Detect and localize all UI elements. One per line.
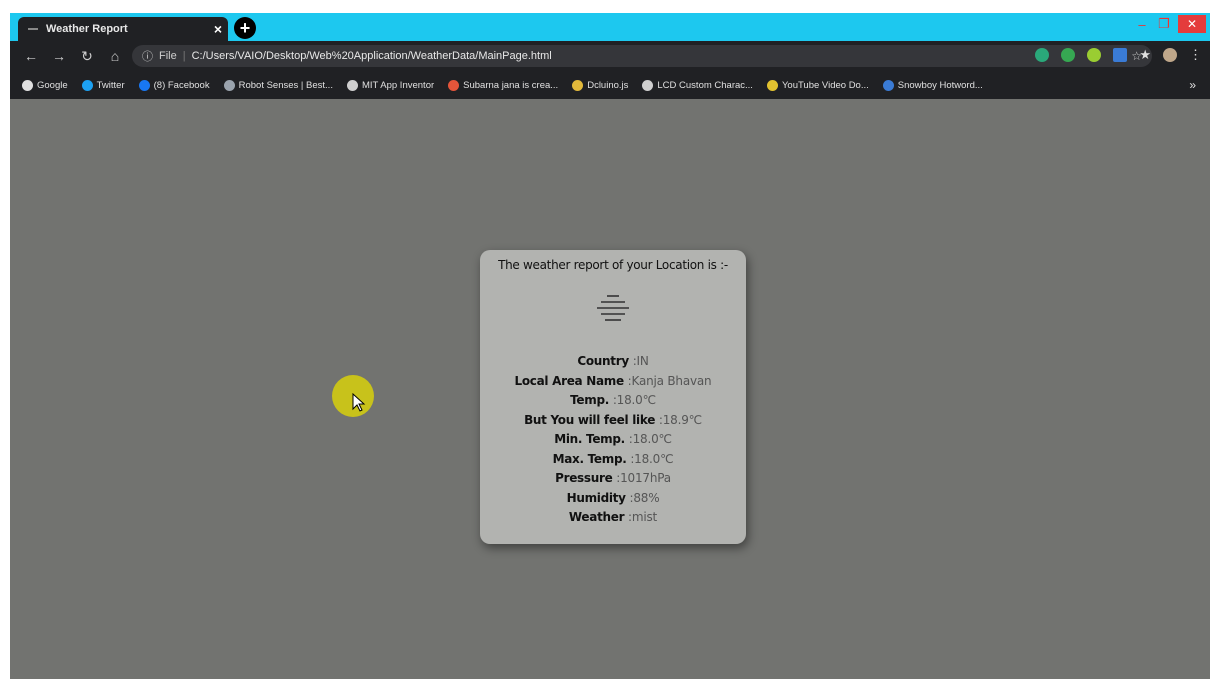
row-value: :18.9℃ [658,412,702,427]
url-separator: | [182,50,186,62]
google-icon [22,79,33,91]
mist-icon [597,295,629,321]
facebook-icon [138,79,150,91]
bookmark-label: Twitter [96,79,125,91]
bookmark-label: Google [37,79,68,91]
row-value: :18.0℃ [612,393,656,407]
browser-window: Weather Report × + – ❐ ✕ ← → ↻ ⌂ ⓘ File … [10,13,1210,679]
extensions-puzzle-icon[interactable]: ★ [1139,47,1151,63]
home-icon[interactable]: ⌂ [104,48,126,64]
weather-info: Country :IN Local Area Name :Kanja Bhava… [480,352,746,528]
tab-title: Weather Report [46,23,128,35]
tab-weather-report[interactable]: Weather Report × [18,17,228,41]
bookmark-label: LCD Custom Charac... [657,79,753,91]
row-label: Min. Temp. [554,432,625,446]
close-window-icon[interactable]: ✕ [1178,15,1206,33]
extension-blue-icon[interactable] [1113,48,1128,62]
info-row-temp: Temp. :18.0℃ [480,391,746,411]
extensions-area: ★ ⋮ [1035,47,1202,63]
info-row-country: Country :IN [480,352,746,372]
row-label: Humidity [566,490,626,505]
card-title: The weather report of your Location is :… [498,258,728,272]
bookmark-label: Dcluino.js [587,79,629,91]
row-label: Country [577,354,629,368]
bookmark-label: (8) Facebook [153,79,210,91]
forward-icon[interactable]: → [48,48,70,64]
bookmarks-bar: Google Twitter (8) Facebook Robot Senses… [10,71,1210,99]
subarna-icon [448,79,460,91]
bookmark-label: Snowboy Hotword... [897,79,983,91]
row-label: Max. Temp. [552,451,627,466]
row-label: Weather [568,510,625,524]
extension-green-icon[interactable] [1035,48,1050,62]
robot-icon [223,79,235,91]
row-value: :IN [632,354,649,368]
row-label: But You will feel like [524,412,656,427]
bookmark-item[interactable]: LCD Custom Charac... [642,79,753,91]
extension-lime-icon[interactable] [1087,48,1102,62]
row-value: :mist [628,510,658,524]
info-icon[interactable]: ⓘ [142,48,153,64]
bookmark-item[interactable]: (8) Facebook [138,79,210,91]
mouse-cursor-icon [352,393,366,412]
row-label: Pressure [555,471,613,485]
bookmarks-overflow-icon[interactable]: » [1189,78,1196,92]
dcluino-icon [572,79,584,91]
tab-favicon [28,28,38,30]
extension-drive-icon[interactable] [1061,48,1076,62]
bookmark-item[interactable]: MIT App Inventor [346,79,435,91]
window-controls: – ❐ ✕ [1134,15,1206,33]
bookmark-item[interactable]: Snowboy Hotword... [882,79,983,91]
toolbar: ← → ↻ ⌂ ⓘ File | C:/Users/VAIO/Desktop/W… [10,41,1210,71]
bookmark-item[interactable]: Robot Senses | Best... [223,79,333,91]
snowboy-icon [882,79,894,91]
twitter-icon [81,79,93,91]
bookmark-item[interactable]: Twitter [81,79,125,91]
profile-avatar[interactable] [1163,48,1177,62]
url-scheme: File [159,50,177,62]
bookmark-item[interactable]: Subarna jana is crea... [448,79,559,91]
row-label: Local Area Name [514,373,625,388]
bookmark-label: YouTube Video Do... [781,79,869,91]
weather-card: The weather report of your Location is :… [480,250,746,544]
url-text[interactable]: C:/Users/VAIO/Desktop/Web%20Application/… [192,50,552,62]
row-label: Temp. [570,393,609,407]
youtube-download-icon [766,79,778,91]
title-bar: Weather Report × + – ❐ ✕ [10,13,1210,41]
mit-icon [346,79,358,91]
info-row-weather: Weather :mist [480,508,746,528]
bookmark-label: Subarna jana is crea... [463,79,559,91]
minimize-icon[interactable]: – [1134,17,1150,32]
bookmark-item[interactable]: YouTube Video Do... [766,79,869,91]
bookmark-label: MIT App Inventor [361,79,435,91]
row-value: :88% [629,490,660,505]
maximize-icon[interactable]: ❐ [1156,16,1172,32]
row-value: :1017hPa [616,471,671,485]
bookmark-item[interactable]: Google [22,79,68,91]
row-value: :Kanja Bhavan [627,373,712,388]
info-row-humidity: Humidity :88% [480,489,746,509]
bookmark-label: Robot Senses | Best... [238,79,333,91]
row-value: :18.0℃ [630,451,674,466]
info-row-min-temp: Min. Temp. :18.0℃ [480,430,746,450]
info-row-pressure: Pressure :1017hPa [480,469,746,489]
back-icon[interactable]: ← [20,48,42,64]
lcd-icon [642,79,654,91]
info-row-area: Local Area Name :Kanja Bhavan [480,372,746,392]
row-value: :18.0℃ [628,432,672,446]
menu-kebab-icon[interactable]: ⋮ [1189,47,1202,63]
reload-icon[interactable]: ↻ [76,48,98,65]
bookmark-item[interactable]: Dcluino.js [572,79,629,91]
tab-close-icon[interactable]: × [208,21,228,37]
new-tab-button[interactable]: + [234,17,256,39]
info-row-feels-like: But You will feel like :18.9℃ [480,411,746,431]
info-row-max-temp: Max. Temp. :18.0℃ [480,450,746,470]
address-bar[interactable]: ⓘ File | C:/Users/VAIO/Desktop/Web%20App… [132,45,1152,67]
